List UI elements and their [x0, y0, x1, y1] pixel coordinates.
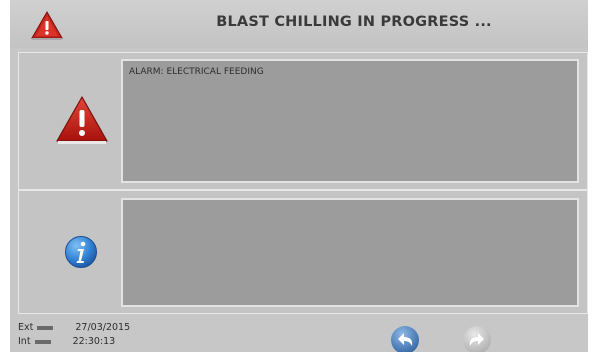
blast-chiller-screen: BLAST CHILLING IN PROGRESS ... ALARM: EL… — [10, 0, 588, 352]
alarm-message: ALARM: ELECTRICAL FEEDING — [129, 67, 264, 77]
alarm-message-box: ALARM: ELECTRICAL FEEDING — [121, 59, 579, 183]
int-temperature-row: Int 22:30:13 — [18, 336, 115, 347]
int-indicator — [34, 339, 51, 344]
int-label: Int — [18, 336, 31, 347]
date-display: 27/03/2015 — [75, 322, 131, 333]
alarm-panel: ALARM: ELECTRICAL FEEDING — [18, 52, 588, 190]
time-display: 22:30:13 — [72, 336, 116, 347]
ext-indicator — [37, 325, 54, 330]
warning-icon — [31, 10, 63, 40]
back-button[interactable] — [390, 324, 420, 352]
info-message-box — [121, 198, 579, 307]
warning-icon — [56, 96, 108, 144]
page-title: BLAST CHILLING IN PROGRESS ... — [216, 14, 492, 30]
header-bar: BLAST CHILLING IN PROGRESS ... — [10, 0, 588, 48]
info-panel — [18, 190, 588, 314]
ext-temperature-row: Ext 27/03/2015 — [18, 322, 130, 333]
forward-button[interactable] — [462, 324, 492, 352]
ext-label: Ext — [18, 322, 34, 333]
info-icon — [65, 236, 97, 268]
